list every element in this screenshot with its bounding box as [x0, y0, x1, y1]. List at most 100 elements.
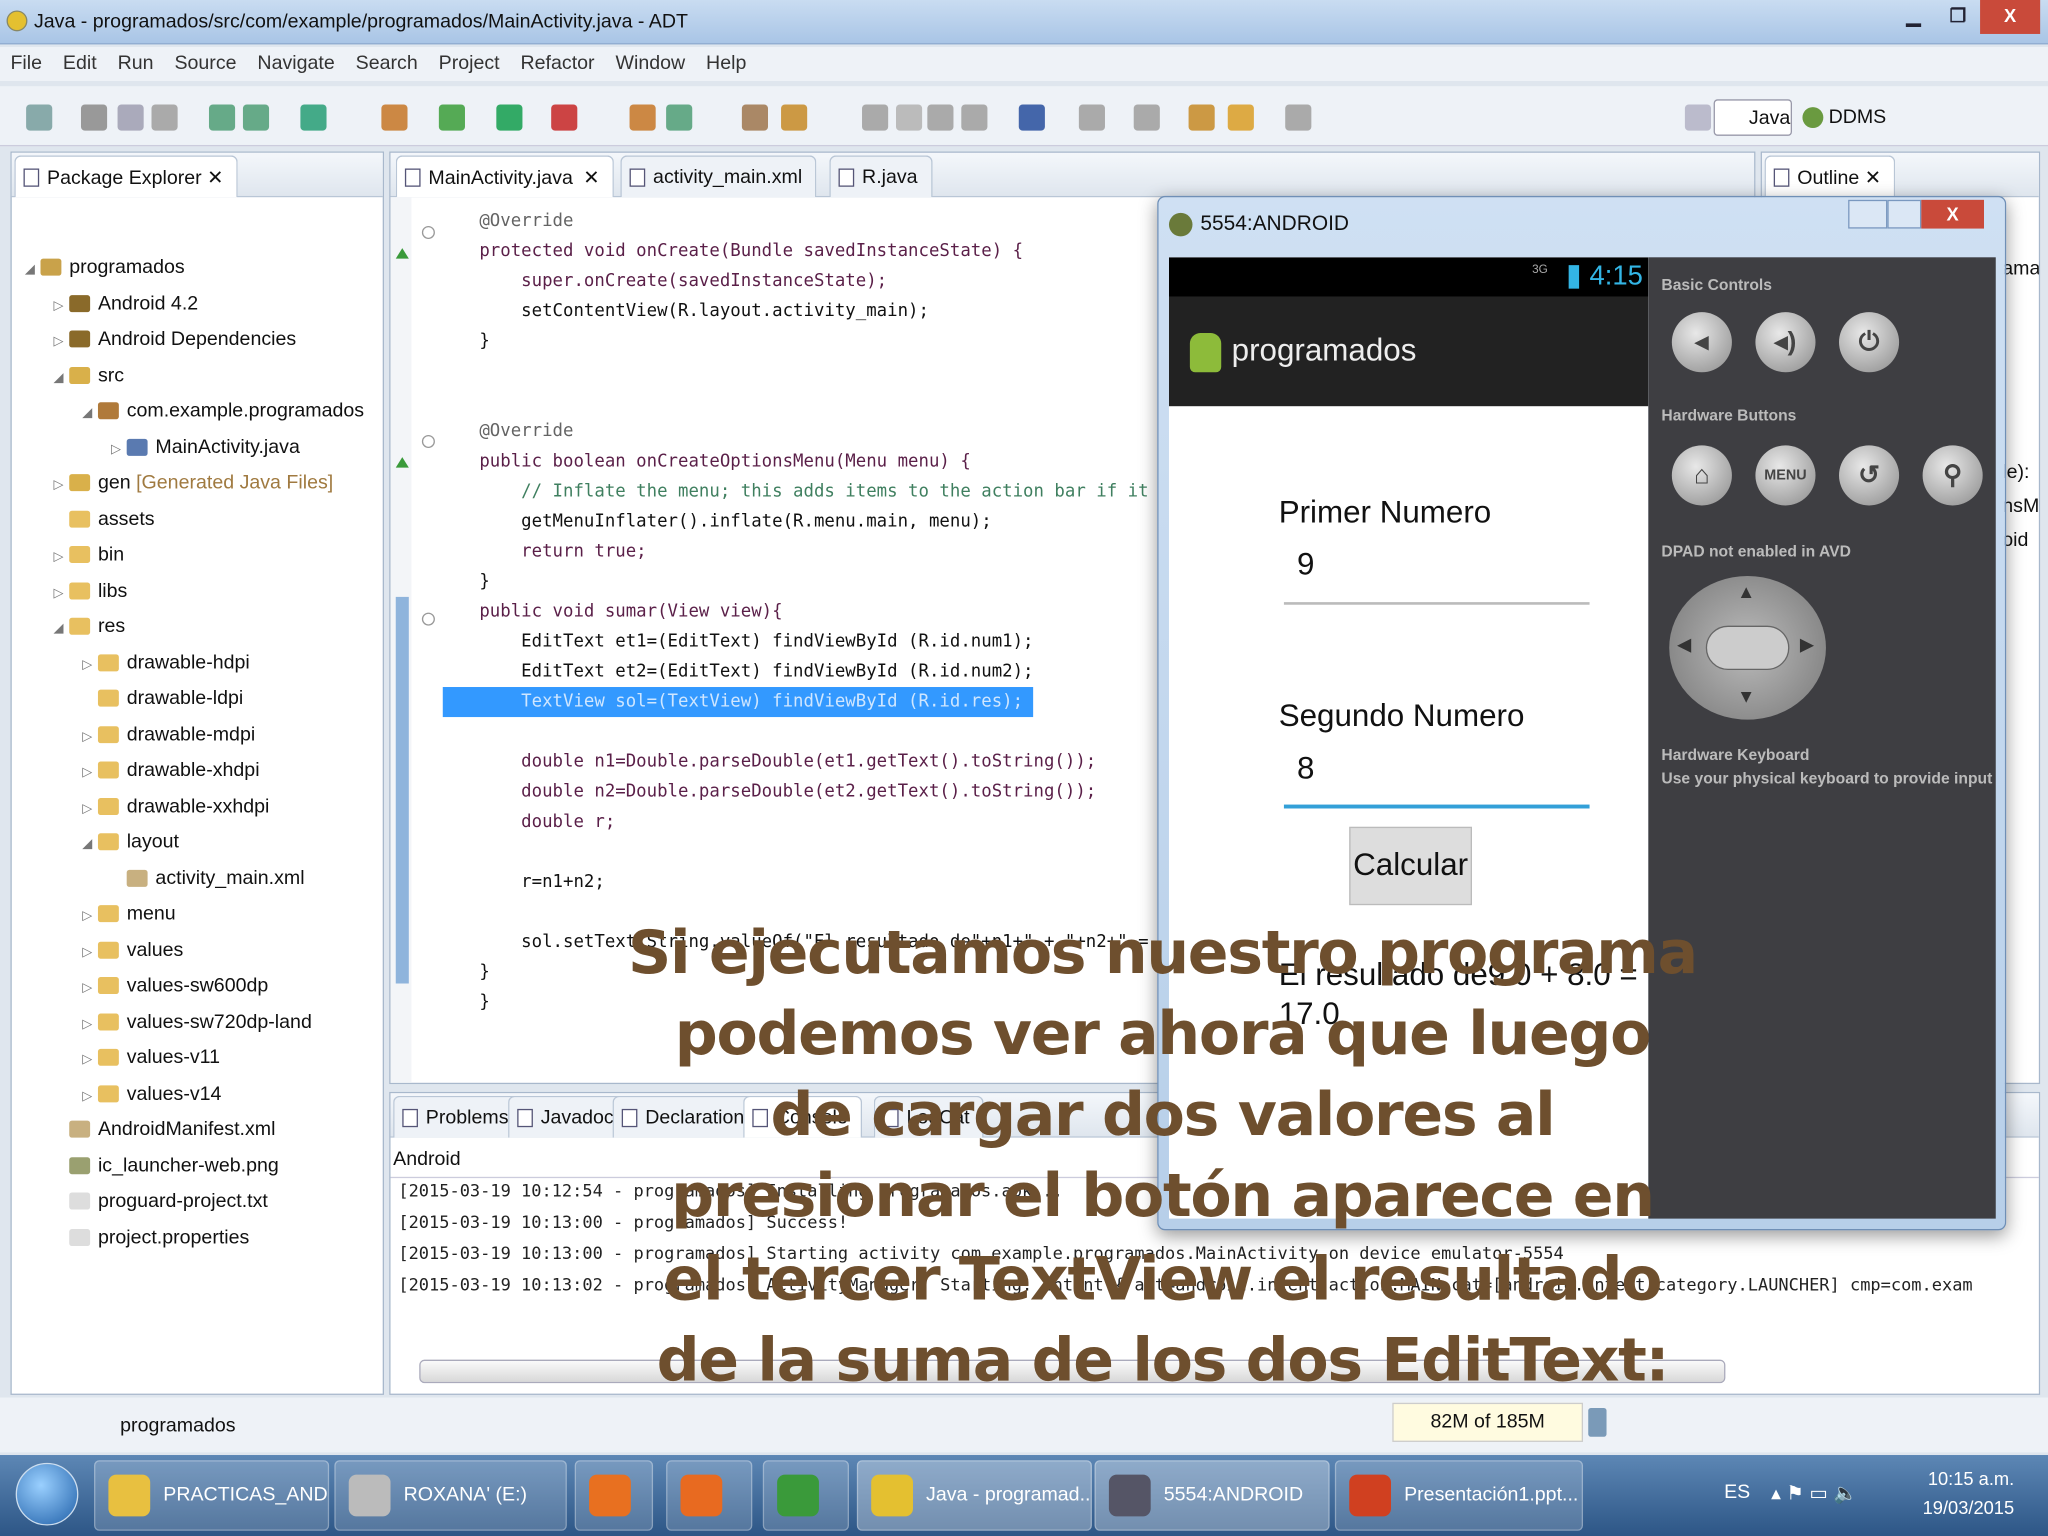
- toolbar-button-icon[interactable]: [1078, 104, 1105, 131]
- code-line[interactable]: public void sumar(View view){: [479, 597, 782, 627]
- volume-down-button[interactable]: ◂: [1671, 312, 1732, 373]
- tree-item-res[interactable]: ◢ res: [54, 611, 126, 642]
- emu-minimize-button[interactable]: [1848, 199, 1888, 229]
- menu-run[interactable]: Run: [107, 47, 164, 74]
- toolbar-button-icon[interactable]: [1227, 104, 1254, 131]
- expand-arrow-icon[interactable]: ▷: [54, 470, 70, 501]
- code-line[interactable]: double r;: [479, 807, 615, 837]
- tree-item-com-example-programados[interactable]: ◢ com.example.programados: [82, 396, 364, 427]
- code-line[interactable]: double n1=Double.parseDouble(et1.getText…: [479, 747, 1096, 777]
- toolbar-button-icon[interactable]: [1188, 104, 1215, 131]
- code-line[interactable]: }: [479, 567, 489, 597]
- taskbar-item[interactable]: Presentación1.ppt...: [1334, 1460, 1584, 1531]
- toolbar-button-icon[interactable]: [781, 104, 808, 131]
- tree-item-src[interactable]: ◢ src: [54, 360, 125, 391]
- tree-item-values-v14[interactable]: ▷ values-v14: [82, 1078, 221, 1109]
- toolbar-button-icon[interactable]: [438, 104, 465, 131]
- close-tab-icon[interactable]: ✕: [207, 167, 223, 189]
- toolbar-button-icon[interactable]: [666, 104, 693, 131]
- expand-arrow-icon[interactable]: ▷: [82, 1009, 98, 1040]
- outline-item[interactable]: nsM: [2002, 495, 2039, 517]
- menu-refactor[interactable]: Refactor: [510, 47, 605, 74]
- expand-arrow-icon[interactable]: ▷: [82, 901, 98, 932]
- clock-date[interactable]: 19/03/2015: [1923, 1497, 2015, 1518]
- menu-navigate[interactable]: Navigate: [247, 47, 345, 74]
- tree-item-gen[interactable]: ▷ gen [Generated Java Files]: [54, 468, 334, 499]
- expand-arrow-icon[interactable]: ▷: [54, 327, 70, 358]
- tree-item-layout[interactable]: ◢ layout: [82, 827, 179, 858]
- toolbar-button-icon[interactable]: [242, 104, 270, 131]
- menu-window[interactable]: Window: [605, 47, 696, 74]
- code-line[interactable]: }: [479, 327, 489, 357]
- minimize-button[interactable]: ▁: [1891, 0, 1935, 34]
- fold-icon[interactable]: [421, 434, 435, 448]
- close-tab-icon[interactable]: ✕: [583, 167, 599, 189]
- tree-item-ic-launcher-web-png[interactable]: ic_launcher-web.png: [54, 1150, 279, 1181]
- dpad-left-icon[interactable]: ◀: [1677, 633, 1691, 655]
- code-line[interactable]: @Override: [479, 206, 573, 236]
- outline-item[interactable]: le):: [2002, 461, 2029, 483]
- tree-item-drawable-mdpi[interactable]: ▷ drawable-mdpi: [82, 719, 255, 750]
- expand-arrow-icon[interactable]: ◢: [82, 829, 98, 860]
- expand-arrow-icon[interactable]: ▷: [54, 542, 70, 573]
- toolbar-button-icon[interactable]: [862, 104, 889, 131]
- tree-item-project-properties[interactable]: project.properties: [54, 1222, 250, 1253]
- tab-mainactivity-java[interactable]: MainActivity.java ✕: [395, 155, 615, 198]
- code-line[interactable]: TextView sol=(TextView) findViewById (R.…: [442, 687, 1034, 718]
- menu-search[interactable]: Search: [345, 47, 428, 74]
- taskbar-item[interactable]: ROXANA' (E:): [334, 1460, 567, 1531]
- tab-outline[interactable]: Outline ✕: [1764, 155, 1896, 198]
- close-button[interactable]: X: [1980, 0, 2041, 34]
- code-line[interactable]: return true;: [479, 537, 646, 567]
- dpad-down-icon[interactable]: ▼: [1737, 686, 1755, 707]
- expand-arrow-icon[interactable]: ▷: [82, 937, 98, 968]
- expand-arrow-icon[interactable]: ▷: [82, 1081, 98, 1112]
- fold-icon[interactable]: [421, 225, 435, 240]
- toolbar-button-icon[interactable]: [927, 104, 954, 131]
- toolbar-button-icon[interactable]: [80, 104, 108, 131]
- code-line[interactable]: protected void onCreate(Bundle savedInst…: [479, 236, 1023, 266]
- toolbar-button-icon[interactable]: [551, 104, 578, 131]
- emu-maximize-button[interactable]: [1887, 199, 1922, 229]
- toolbar-button-icon[interactable]: [1018, 104, 1045, 131]
- tab-package-explorer[interactable]: Package Explorer ✕: [14, 155, 238, 198]
- dpad[interactable]: ▲ ▼ ◀ ▶: [1669, 575, 1826, 720]
- tree-item-drawable-ldpi[interactable]: drawable-ldpi: [82, 683, 243, 714]
- tree-item-bin[interactable]: ▷ bin: [54, 539, 125, 570]
- toolbar-button-icon[interactable]: [961, 104, 988, 131]
- expand-arrow-icon[interactable]: ▷: [82, 722, 98, 753]
- emu-close-button[interactable]: X: [1921, 199, 1984, 229]
- home-button[interactable]: ⌂: [1671, 445, 1732, 506]
- code-line[interactable]: EditText et1=(EditText) findViewById (R.…: [479, 627, 1033, 657]
- toolbar-button-icon[interactable]: [629, 104, 656, 131]
- tree-item-assets[interactable]: assets: [54, 504, 155, 535]
- expand-arrow-icon[interactable]: ◢: [54, 614, 70, 645]
- code-line[interactable]: r=n1+n2;: [479, 867, 605, 897]
- expand-arrow-icon[interactable]: ▷: [111, 434, 127, 465]
- tree-item-activity-main-xml[interactable]: activity_main.xml: [111, 863, 305, 894]
- dpad-center[interactable]: [1705, 625, 1790, 671]
- expand-arrow-icon[interactable]: ◢: [82, 398, 98, 429]
- tree-item-mainactivity-java[interactable]: ▷ MainActivity.java: [111, 432, 300, 463]
- code-line[interactable]: EditText et2=(EditText) findViewById (R.…: [479, 657, 1033, 687]
- toolbar-button-icon[interactable]: [151, 104, 178, 131]
- menu-button[interactable]: MENU: [1755, 445, 1816, 506]
- power-button[interactable]: ⏻: [1839, 312, 1900, 373]
- taskbar-item[interactable]: [666, 1460, 753, 1531]
- calcular-button[interactable]: Calcular: [1349, 826, 1472, 906]
- open-perspective-icon[interactable]: [1684, 104, 1712, 131]
- code-line[interactable]: @Override: [479, 417, 573, 447]
- code-line[interactable]: }: [479, 987, 489, 1017]
- tab-activity_main-xml[interactable]: activity_main.xml: [620, 155, 817, 198]
- code-line[interactable]: double n2=Double.parseDouble(et2.getText…: [479, 777, 1096, 807]
- toolbar-button-icon[interactable]: [741, 104, 768, 131]
- perspective-ddms[interactable]: DDMS: [1800, 99, 1891, 136]
- volume-up-button[interactable]: ◂): [1755, 312, 1816, 373]
- tray-icons[interactable]: ▴ ⚑ ▭ 🔈: [1771, 1481, 1858, 1504]
- input-language[interactable]: ES: [1724, 1481, 1750, 1503]
- tree-item-values-v11[interactable]: ▷ values-v11: [82, 1042, 220, 1073]
- taskbar-item[interactable]: PRACTICAS_AND...: [94, 1460, 330, 1531]
- device-screen[interactable]: 3G 4:15 programados Primer Numero 9 Segu…: [1168, 257, 1649, 1219]
- tab-problems[interactable]: Problems: [393, 1095, 523, 1138]
- code-line[interactable]: }: [479, 957, 489, 987]
